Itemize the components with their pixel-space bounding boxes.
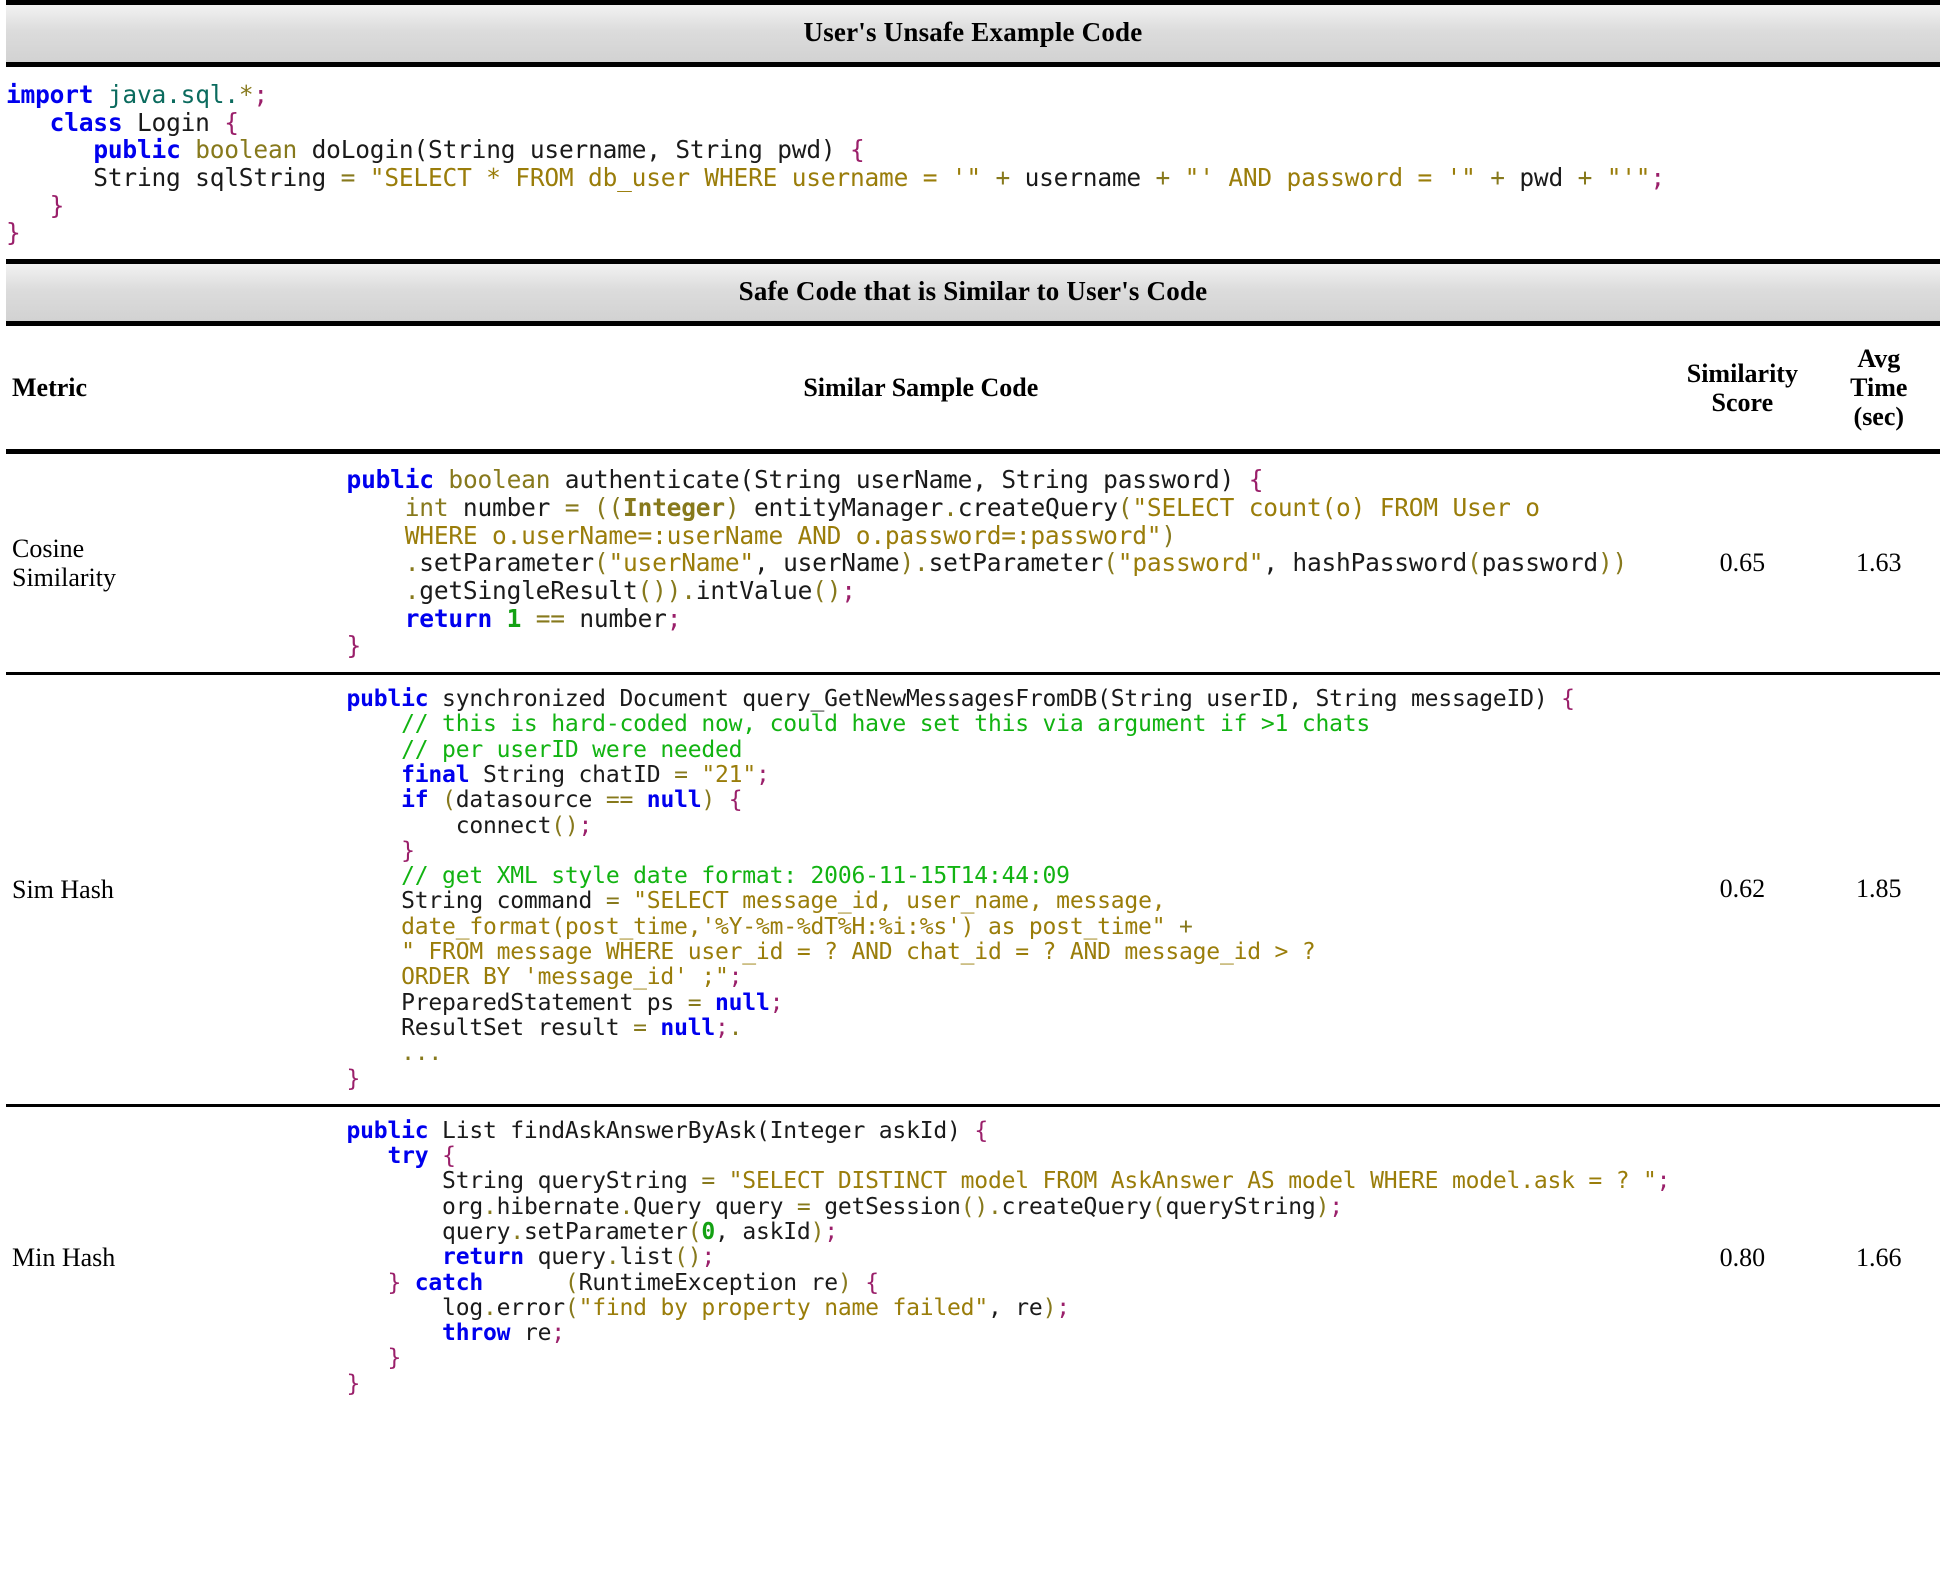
table-body: Cosine Similarity public boolean authent… [6, 451, 1940, 1409]
avg-time-value: 1.85 [1817, 673, 1940, 1107]
similarity-score-value: 0.80 [1719, 1242, 1766, 1272]
sample-code-text: public boolean authenticate(String userN… [346, 465, 1628, 661]
metric-label-line-1: Sim Hash [12, 874, 114, 904]
avg-time-line-1: Avg [1857, 344, 1901, 374]
column-header-similarity-score: Similarity Score [1667, 326, 1818, 455]
table-row: Min Hash public List findAskAnswerByAsk(… [6, 1105, 1940, 1409]
metric-label-line-1: Min Hash [12, 1243, 116, 1273]
sample-code-cell: public List findAskAnswerByAsk(Integer a… [175, 1105, 1671, 1409]
metric-label-sim-hash: Sim Hash [6, 673, 175, 1107]
table-header-row: Metric Similar Sample Code Similarity Sc… [6, 326, 1940, 455]
unsafe-code-text: import java.sql.*; class Login { public … [6, 80, 1665, 248]
metric-label-line-2: Similarity [12, 563, 116, 593]
table-row: Sim Hash public synchronized Document qu… [6, 673, 1940, 1107]
unsafe-code-block: import java.sql.*; class Login { public … [6, 67, 1940, 259]
sample-code-text: public List findAskAnswerByAsk(Integer a… [346, 1117, 1671, 1397]
similarity-score-line-2: Score [1711, 387, 1774, 417]
avg-time-line-3: (sec) [1853, 402, 1905, 432]
column-header-similar-sample-code: Similar Sample Code [174, 326, 1668, 455]
similarity-score-value: 0.62 [1667, 673, 1818, 1107]
unsafe-code-banner: User's Unsafe Example Code [6, 0, 1940, 67]
column-header-avg-time: Avg Time (sec) [1817, 326, 1940, 455]
document-root: User's Unsafe Example Code import java.s… [0, 0, 1946, 1413]
avg-time-value: 1.66 [1856, 1242, 1902, 1272]
metric-label-line-1: Cosine [12, 533, 85, 563]
similarity-score-value: 0.65 [1667, 451, 1818, 676]
table-header: Metric Similar Sample Code Similarity Sc… [6, 326, 1940, 455]
table-row: Cosine Similarity public boolean authent… [6, 451, 1940, 676]
safe-code-banner: Safe Code that is Similar to User's Code [6, 259, 1940, 327]
similar-code-table: Metric Similar Sample Code Similarity Sc… [6, 326, 1940, 1409]
metric-label-cosine-similarity: Cosine Similarity [6, 451, 175, 676]
avg-time-value: 1.63 [1817, 451, 1940, 676]
metric-label-min-hash: Min Hash [6, 1105, 175, 1409]
avg-time-line-2: Time [1850, 373, 1908, 403]
sample-code-cell: public synchronized Document query_GetNe… [174, 673, 1668, 1107]
column-header-metric: Metric [6, 326, 175, 455]
similarity-score-line-1: Similarity [1686, 358, 1798, 388]
sample-code-text: public synchronized Document query_GetNe… [346, 686, 1575, 1092]
sample-code-cell: public boolean authenticate(String userN… [174, 451, 1668, 676]
